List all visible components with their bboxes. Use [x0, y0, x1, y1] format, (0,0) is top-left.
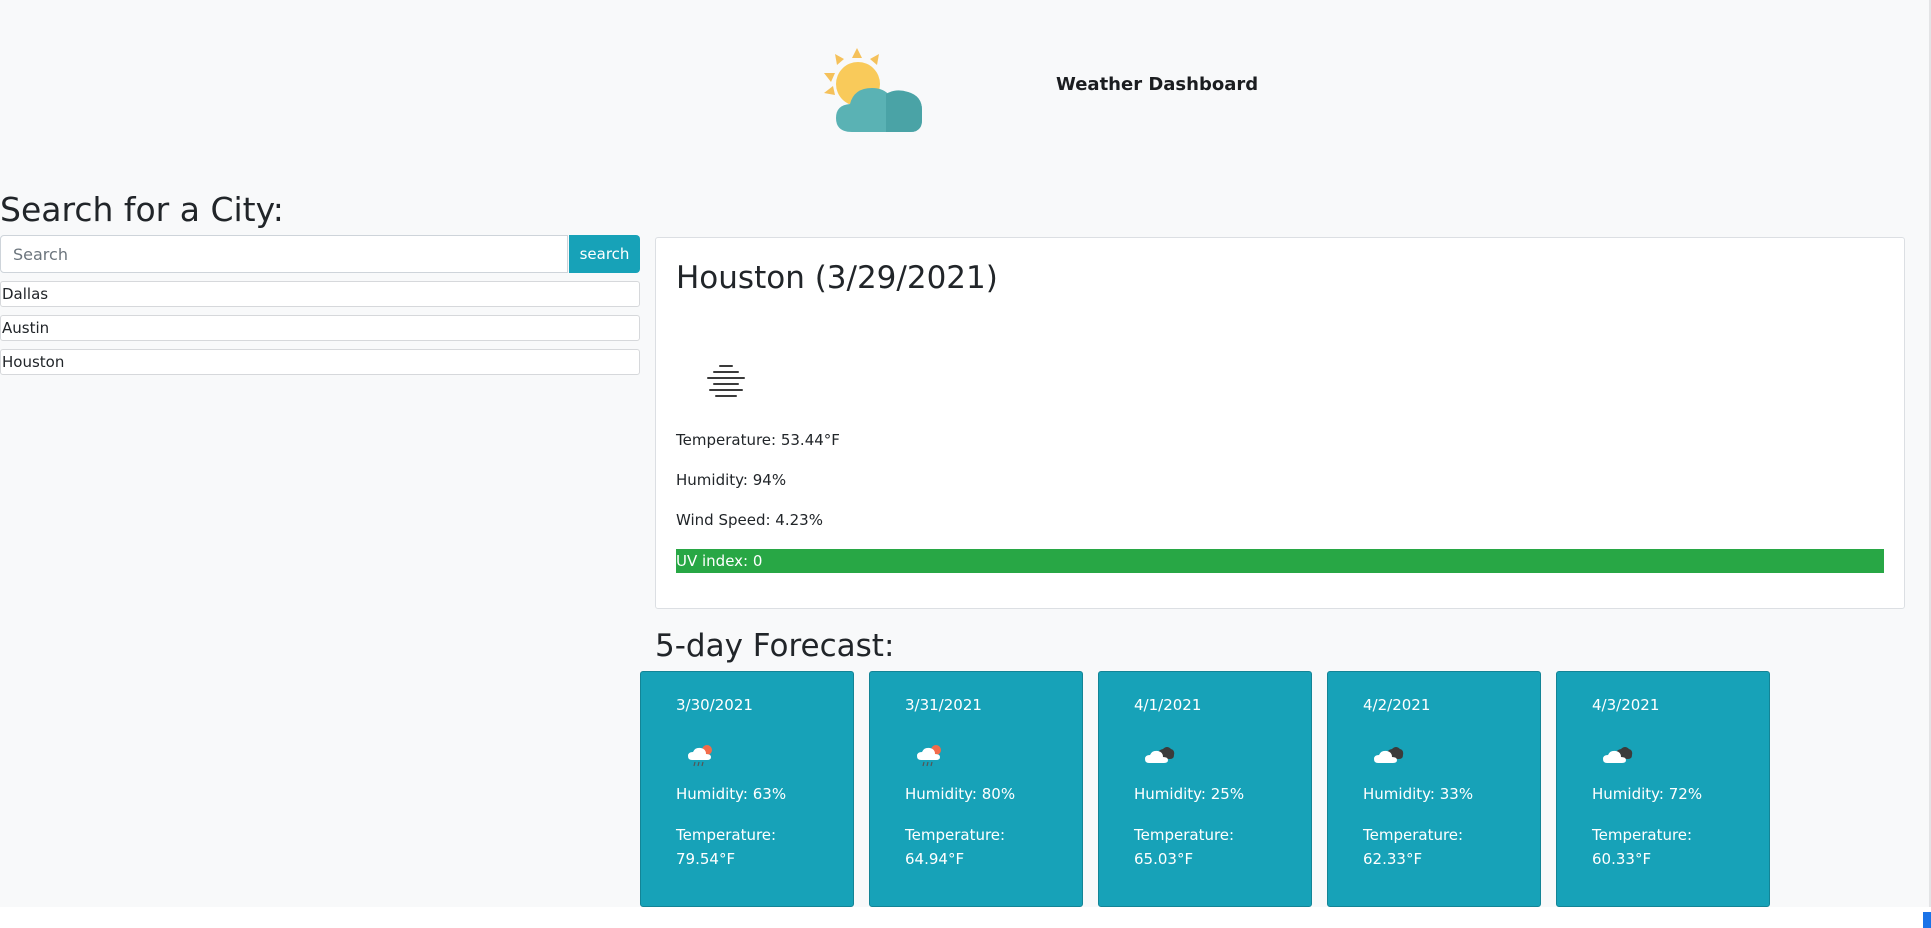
rain-sun-cloud-icon [917, 745, 941, 767]
forecast-temperature-label: Temperature: [1363, 826, 1464, 844]
current-temperature: Temperature: 53.44°F [676, 431, 840, 449]
forecast-humidity: Humidity: 33% [1363, 785, 1474, 803]
current-city-title: Houston (3/29/2021) [676, 260, 998, 296]
rain-sun-cloud-icon [688, 745, 712, 767]
forecast-temperature-value: 79.54°F [676, 850, 736, 868]
broken-clouds-icon [1374, 747, 1404, 763]
forecast-temperature-value: 65.03°F [1134, 850, 1194, 868]
forecast-card: 3/30/2021 Humidity: 63% Temperature: 79.… [640, 671, 854, 907]
mist-icon [707, 365, 745, 397]
forecast-humidity: Humidity: 72% [1592, 785, 1703, 803]
forecast-card: 4/2/2021 Humidity: 33% Temperature: 62.3… [1327, 671, 1541, 907]
forecast-humidity: Humidity: 63% [676, 785, 787, 803]
forecast-temperature-value: 60.33°F [1592, 850, 1652, 868]
forecast-temperature-label: Temperature: [905, 826, 1006, 844]
forecast-card: 3/31/2021 Humidity: 80% Temperature: 64.… [869, 671, 1083, 907]
history-item-austin[interactable]: Austin [0, 315, 640, 341]
app-title: Weather Dashboard [1056, 74, 1259, 95]
forecast-date: 3/30/2021 [676, 696, 753, 714]
current-wind-speed: Wind Speed: 4.23% [676, 511, 823, 529]
forecast-heading: 5-day Forecast: [655, 628, 895, 664]
forecast-card: 4/3/2021 Humidity: 72% Temperature: 60.3… [1556, 671, 1770, 907]
search-button[interactable]: search [569, 235, 640, 273]
forecast-temperature-value: 62.33°F [1363, 850, 1423, 868]
forecast-temperature-label: Temperature: [1592, 826, 1693, 844]
forecast-date: 4/2/2021 [1363, 696, 1431, 714]
uv-index-badge: UV index: 0 [676, 549, 1884, 573]
forecast-temperature-value: 64.94°F [905, 850, 965, 868]
search-input[interactable] [0, 235, 568, 273]
forecast-date: 3/31/2021 [905, 696, 982, 714]
history-item-dallas[interactable]: Dallas [0, 281, 640, 307]
forecast-date: 4/3/2021 [1592, 696, 1660, 714]
current-weather-card: Houston (3/29/2021) Temperature: 53.44°F… [655, 237, 1905, 609]
history-item-houston[interactable]: Houston [0, 349, 640, 375]
search-heading: Search for a City: [0, 190, 284, 229]
forecast-temperature-label: Temperature: [676, 826, 777, 844]
sun-behind-cloud-icon [824, 48, 922, 132]
forecast-humidity: Humidity: 25% [1134, 785, 1245, 803]
broken-clouds-icon [1145, 747, 1175, 763]
forecast-humidity: Humidity: 80% [905, 785, 1016, 803]
bottom-strip [0, 907, 1931, 928]
forecast-card: 4/1/2021 Humidity: 25% Temperature: 65.0… [1098, 671, 1312, 907]
taskbar-accent [1923, 912, 1931, 928]
forecast-temperature-label: Temperature: [1134, 826, 1235, 844]
broken-clouds-icon [1603, 747, 1633, 763]
current-humidity: Humidity: 94% [676, 471, 787, 489]
forecast-date: 4/1/2021 [1134, 696, 1202, 714]
